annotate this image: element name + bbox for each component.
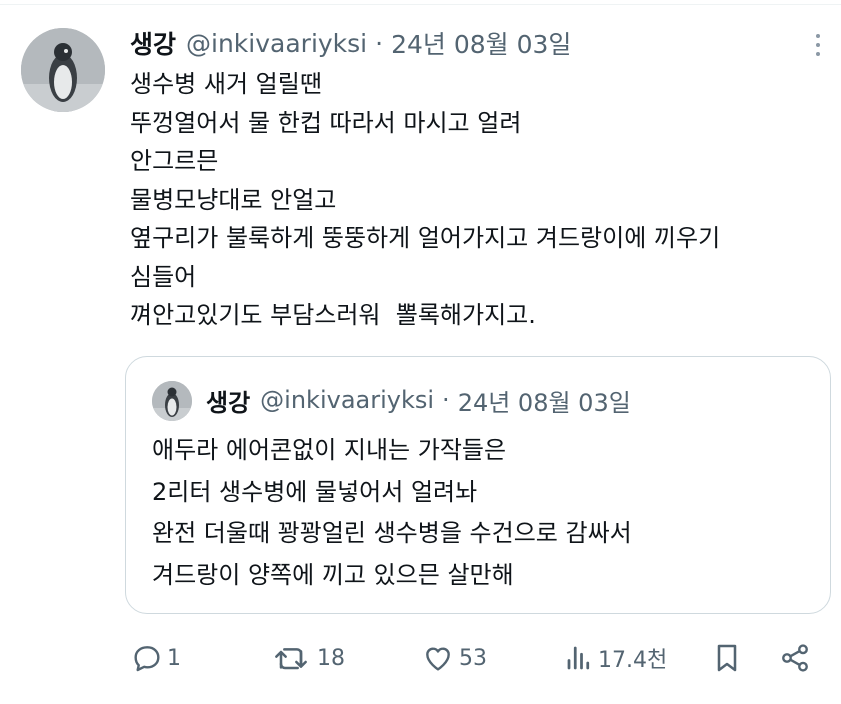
author-handle[interactable]: @inkivaariyksi xyxy=(186,29,367,58)
top-divider xyxy=(0,4,841,5)
action-bar: 1 18 53 17.4천 xyxy=(0,636,841,680)
share-button[interactable] xyxy=(779,636,811,680)
tweet-text-line: 안그르믄 xyxy=(130,147,219,175)
bookmark-icon xyxy=(717,644,737,672)
views-button[interactable]: 17.4천 xyxy=(564,636,667,680)
reply-icon xyxy=(134,646,160,672)
tweet-text-line: 심들어 xyxy=(130,262,197,291)
share-icon xyxy=(782,644,808,672)
views-icon xyxy=(567,646,590,670)
tweet-text-line: 뚜껑열어서 물 한컵 따라서 마시고 얼려 xyxy=(130,108,522,137)
repost-icon xyxy=(275,648,307,670)
quoted-text-line: 2리터 생수병에 물넣어서 얼려놔 xyxy=(152,477,478,506)
quoted-author-handle: @inkivaariyksi xyxy=(260,386,435,414)
quoted-header-separator: · xyxy=(442,386,450,414)
heart-icon xyxy=(426,647,450,671)
tweet-text-line: 옆구리가 불룩하게 뚱뚱하게 얼어가지고 겨드랑이에 끼우기 xyxy=(130,224,721,252)
tweet-header: 생강 @inkivaariyksi · 24년 08월 03일 xyxy=(130,26,571,60)
views-count: 17.4천 xyxy=(598,648,668,673)
like-button[interactable]: 53 xyxy=(421,636,487,680)
quoted-tweet-header: 생강 @inkivaariyksi · 24년 08월 03일 xyxy=(206,383,631,417)
quoted-text-line: 애두라 에어콘없이 지내는 가작들은 xyxy=(152,436,507,464)
quoted-tweet[interactable]: 생강 @inkivaariyksi · 24년 08월 03일 애두라 에어콘없… xyxy=(125,356,831,614)
quoted-tweet-body: 애두라 에어콘없이 지내는 가작들은 2리터 생수병에 물넣어서 얼려놔 완전 … xyxy=(152,430,822,596)
tweet-text-line: 껴안고있기도 부담스러워 뽈록해가지고. xyxy=(130,301,536,329)
reply-button[interactable]: 1 xyxy=(131,636,181,680)
header-separator: · xyxy=(375,28,384,58)
avatar[interactable] xyxy=(21,28,105,112)
quoted-text-line: 겨드랑이 양쪽에 끼고 있으믄 살만해 xyxy=(152,560,514,589)
repost-button[interactable]: 18 xyxy=(273,636,345,680)
repost-count: 18 xyxy=(317,645,345,671)
quoted-avatar xyxy=(152,381,192,421)
reply-count: 1 xyxy=(167,645,181,671)
tweet-text-line: 물병모냥대로 안얼고 xyxy=(130,185,337,214)
author-display-name[interactable]: 생강 xyxy=(130,25,176,61)
bookmark-button[interactable] xyxy=(713,636,741,680)
tweet-text-line: 생수병 새거 얼릴땐 xyxy=(130,70,322,98)
tweet-date[interactable]: 24년 08월 03일 xyxy=(391,25,571,61)
quoted-tweet-date: 24년 08월 03일 xyxy=(457,388,631,417)
more-options-icon[interactable] xyxy=(808,30,828,60)
penguin-avatar-image xyxy=(152,381,192,421)
penguin-avatar-image xyxy=(21,28,105,112)
quoted-text-line: 완전 더울때 꽝꽝얼린 생수병을 수건으로 감싸서 xyxy=(152,519,632,547)
like-count: 53 xyxy=(459,645,487,671)
tweet-body: 생수병 새거 얼릴땐 뚜껑열어서 물 한컵 따라서 마시고 얼려 안그르믄 물병… xyxy=(130,65,830,335)
quoted-author-display-name: 생강 xyxy=(206,388,251,417)
